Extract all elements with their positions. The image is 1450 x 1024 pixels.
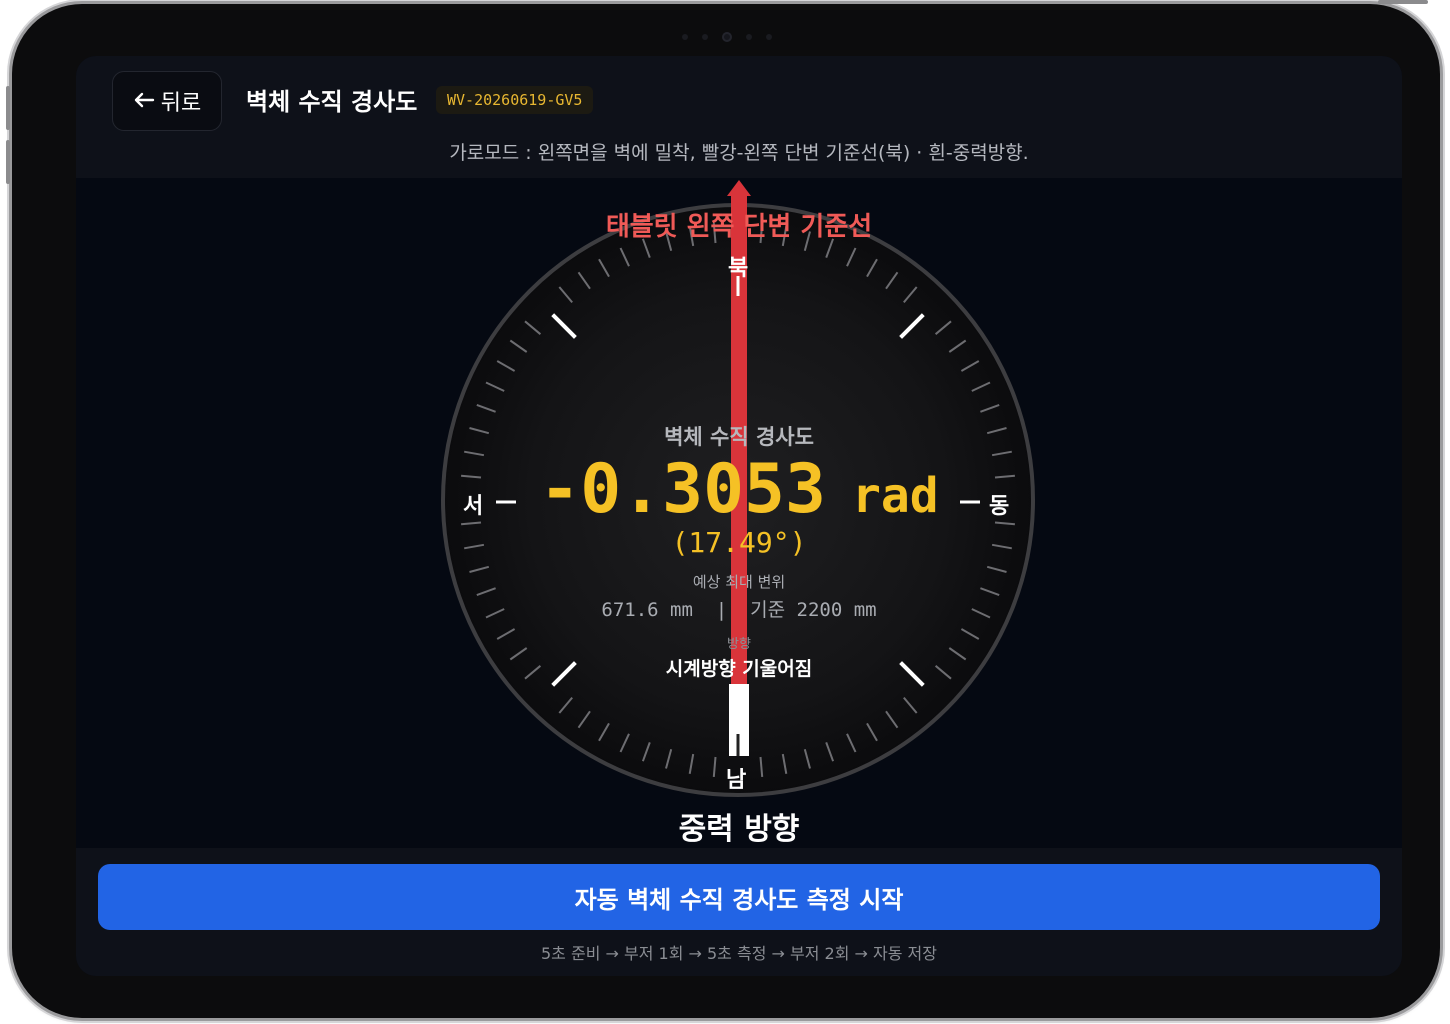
instruction-text: 가로모드 : 왼쪽면을 벽에 밀착, 빨강-왼쪽 단변 기준선(북) · 흰-중…	[449, 142, 1029, 164]
cardinal-south: 남	[726, 768, 747, 793]
reference-line-label: 태블릿 왼쪽 단변 기준선	[605, 212, 873, 242]
volume-down-button	[6, 140, 10, 184]
page-title: 벽체 수직 경사도	[246, 88, 418, 116]
direction-value: 시계방향 기울어짐	[665, 658, 813, 680]
arrow-left-icon	[133, 89, 155, 114]
angle-unit: rad	[851, 468, 939, 524]
reading-title: 벽체 수직 경사도	[664, 425, 814, 449]
inclinometer-dial: 태블릿 왼쪽 단변 기준선 북 남 서 동 벽체 수직 경사도 -0.3053 r…	[76, 178, 1402, 848]
back-button[interactable]: 뒤로	[112, 71, 222, 131]
power-button	[1378, 0, 1428, 4]
volume-up-button	[6, 86, 10, 130]
angle-degrees: (17.49°)	[671, 526, 807, 559]
footer: 자동 벽체 수직 경사도 측정 시작 5초 준비 → 부저 1회 → 5초 측정…	[76, 848, 1402, 976]
tablet-frame: 뒤로 벽체 수직 경사도 WV-20260619-GV5 가로모드 : 왼쪽면을…	[12, 4, 1440, 1018]
app-screen: 뒤로 벽체 수직 경사도 WV-20260619-GV5 가로모드 : 왼쪽면을…	[76, 56, 1402, 976]
header: 뒤로 벽체 수직 경사도 WV-20260619-GV5 가로모드 : 왼쪽면을…	[76, 56, 1402, 178]
cardinal-north: 북	[728, 256, 749, 281]
device-id-badge: WV-20260619-GV5	[436, 86, 594, 114]
displacement-value: 671.6 mm | 기준 2200 mm	[601, 599, 877, 621]
measurement-steps: 5초 준비 → 부저 1회 → 5초 측정 → 부저 2회 → 자동 저장	[541, 944, 937, 963]
reading-value-row: -0.3053 rad	[76, 450, 1402, 529]
camera-bar	[682, 32, 772, 42]
direction-label: 방향	[727, 637, 751, 652]
start-measurement-button[interactable]: 자동 벽체 수직 경사도 측정 시작	[98, 864, 1380, 930]
gravity-direction-label: 중력 방향	[678, 812, 800, 847]
angle-value: -0.3053	[539, 450, 826, 529]
displacement-label: 예상 최대 변위	[692, 573, 786, 591]
back-label: 뒤로	[160, 91, 202, 116]
reference-arrow-icon	[727, 180, 751, 196]
